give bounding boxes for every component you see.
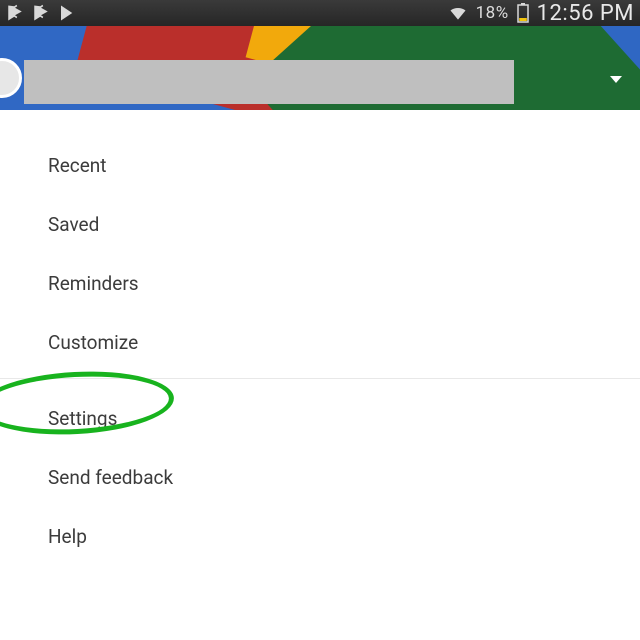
menu-item-label: Send feedback — [48, 466, 173, 489]
battery-percent: 18% — [476, 3, 509, 23]
battery-icon — [517, 3, 529, 23]
menu-item-saved[interactable]: Saved — [0, 195, 640, 254]
account-dropdown-caret-icon[interactable] — [610, 76, 622, 83]
play-badge-icon — [6, 4, 24, 22]
menu-item-customize[interactable]: Customize — [0, 313, 640, 372]
menu-item-label: Saved — [48, 213, 99, 236]
status-time: 12:56 PM — [537, 1, 634, 26]
menu-divider — [0, 378, 640, 379]
menu-item-label: Reminders — [48, 272, 139, 295]
menu-item-label: Settings — [48, 407, 117, 430]
menu-item-label: Help — [48, 525, 87, 548]
nav-drawer-menu: Recent Saved Reminders Customize Setting… — [0, 110, 640, 566]
status-bar: 18% 12:56 PM — [0, 0, 640, 26]
play-badge-icon — [32, 4, 50, 22]
menu-item-send-feedback[interactable]: Send feedback — [0, 448, 640, 507]
menu-item-recent[interactable]: Recent — [0, 136, 640, 195]
search-input[interactable] — [24, 60, 514, 104]
wifi-icon — [448, 3, 468, 23]
menu-item-label: Recent — [48, 154, 107, 177]
menu-item-reminders[interactable]: Reminders — [0, 254, 640, 313]
menu-item-settings[interactable]: Settings — [0, 389, 640, 448]
menu-item-help[interactable]: Help — [0, 507, 640, 566]
play-store-icon — [58, 4, 76, 22]
app-header — [0, 26, 640, 110]
menu-item-label: Customize — [48, 331, 138, 354]
